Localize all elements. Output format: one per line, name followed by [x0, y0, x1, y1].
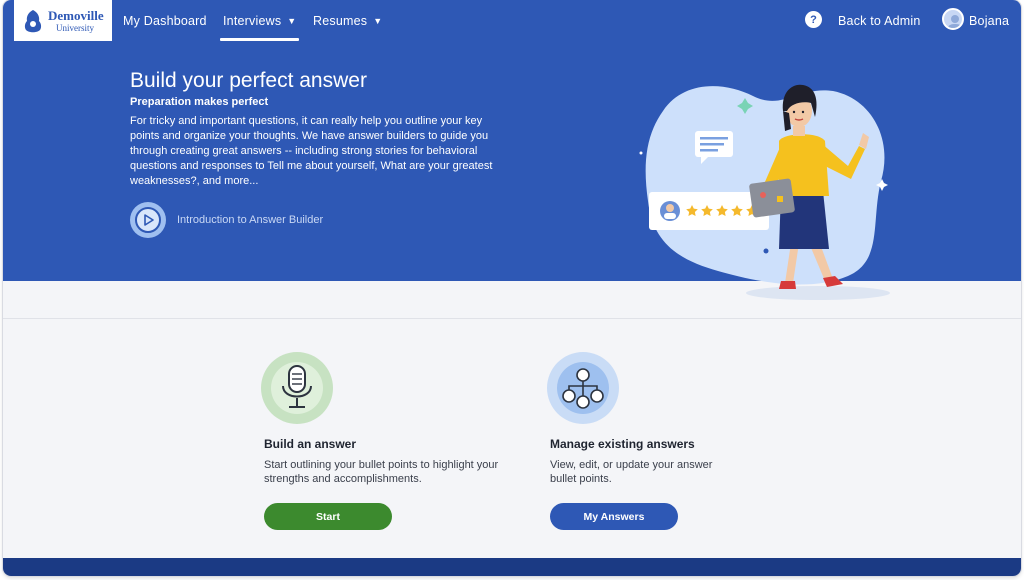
hero-description: For tricky and important questions, it c…: [130, 115, 493, 187]
chevron-down-icon: ▼: [373, 15, 383, 26]
back-to-admin-label: Back to Admin: [838, 13, 921, 28]
logo-subtitle: University: [56, 22, 94, 33]
top-nav: Demoville University My Dashboard Interv…: [3, 0, 1021, 41]
hierarchy-icon: [557, 362, 609, 414]
card-title: Build an answer: [264, 437, 357, 451]
nav-interviews[interactable]: Interviews ▼: [219, 0, 300, 41]
logo-emblem-icon: [24, 9, 42, 32]
play-icon: [144, 214, 154, 226]
footer-bar: [3, 558, 1021, 576]
start-button[interactable]: Start: [264, 503, 392, 530]
user-name: Bojana: [969, 13, 1010, 28]
page-title: Build your perfect answer: [130, 69, 367, 92]
card-icon-circle: [261, 352, 333, 424]
hero-banner: Build your perfect answer Preparation ma…: [3, 41, 1021, 300]
user-menu[interactable]: Bojana: [969, 0, 1009, 41]
my-answers-button[interactable]: My Answers: [550, 503, 678, 530]
nav-resumes[interactable]: Resumes ▼: [313, 0, 382, 41]
hero-illustration: [639, 84, 890, 300]
card-description: View, edit, or update your answer bullet…: [550, 459, 713, 485]
microphone-icon: [271, 362, 323, 414]
logo-name: Demoville: [48, 7, 104, 23]
build-answer-card: Build an answer Start outlining your bul…: [261, 352, 521, 530]
nav-my-dashboard-label: My Dashboard: [123, 13, 207, 28]
section-divider: [3, 318, 1021, 319]
university-logo[interactable]: Demoville University: [14, 0, 112, 41]
user-avatar-icon: [948, 15, 962, 28]
nav-my-dashboard[interactable]: My Dashboard: [123, 0, 207, 41]
card-icon-circle: [547, 352, 619, 424]
chevron-down-icon: ▼: [287, 15, 297, 26]
card-title: Manage existing answers: [550, 437, 695, 451]
app-window: Demoville University My Dashboard Interv…: [3, 0, 1021, 576]
back-to-admin-link[interactable]: Back to Admin: [838, 0, 921, 41]
help-icon[interactable]: ?: [805, 11, 822, 28]
manage-answers-card: Manage existing answers View, edit, or u…: [547, 352, 807, 530]
play-video-button[interactable]: [130, 202, 166, 238]
user-avatar[interactable]: [942, 8, 964, 30]
nav-interviews-label: Interviews: [223, 13, 282, 28]
intro-video-link[interactable]: Introduction to Answer Builder: [177, 214, 323, 226]
nav-resumes-label: Resumes: [313, 13, 368, 28]
hero-subtitle: Preparation makes perfect: [130, 96, 269, 108]
card-description: Start outlining your bullet points to hi…: [264, 459, 499, 485]
